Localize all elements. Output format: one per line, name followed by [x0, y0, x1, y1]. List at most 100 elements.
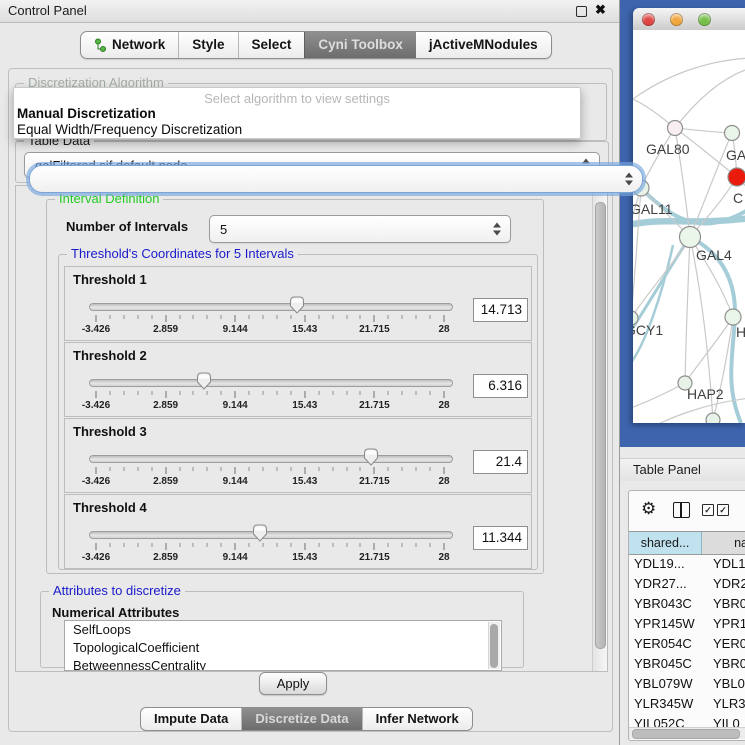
checkbox-icon[interactable]: ✓: [717, 504, 729, 516]
threshold-2-value-field[interactable]: 6.316: [473, 374, 528, 398]
table-panel-title: Table Panel: [633, 462, 701, 477]
interval-definition-group-title: Interval Definition: [55, 191, 163, 206]
slider-thumb[interactable]: [196, 372, 211, 390]
tab-discretize-data[interactable]: Discretize Data: [241, 708, 361, 730]
attribute-item[interactable]: BetweennessCentrality: [65, 657, 501, 671]
split-columns-icon[interactable]: [673, 502, 690, 518]
popup-option-manual-discretization[interactable]: Manual Discretization: [17, 106, 156, 121]
network-desktop-area: GAL80GACGAL11GAL4GCY1HHAP2: [620, 0, 745, 447]
slider-thumb[interactable]: [252, 524, 267, 542]
tab-label: jActiveMNodules: [429, 32, 538, 58]
slider-tick-label: -3.426: [82, 476, 110, 487]
slider-tick-label: 21.715: [359, 400, 390, 411]
threshold-4-panel: Threshold 4 -3.4262.8599.14415.4321.7152…: [64, 494, 532, 569]
tab-impute-data[interactable]: Impute Data: [141, 708, 241, 730]
network-node[interactable]: [728, 168, 745, 186]
network-node-label: GAL80: [646, 141, 690, 157]
network-node[interactable]: [725, 126, 740, 141]
table-row[interactable]: YPR145WYPR1: [629, 614, 745, 634]
tab-cyni-toolbox[interactable]: Cyni Toolbox: [304, 32, 416, 58]
tab-select[interactable]: Select: [238, 32, 305, 58]
slider-thumb[interactable]: [289, 296, 304, 314]
network-node-label: GAL4: [696, 247, 732, 263]
slider-tick-label: 9.144: [223, 476, 248, 487]
table-row[interactable]: YBR045CYBR0: [629, 654, 745, 674]
tab-infer-network[interactable]: Infer Network: [362, 708, 472, 730]
scrollbar-thumb[interactable]: [595, 202, 606, 649]
popup-option-equal-width-frequency[interactable]: Equal Width/Frequency Discretization: [17, 122, 242, 137]
tab-jactivemnodules[interactable]: jActiveMNodules: [416, 32, 551, 58]
scrollbar-thumb[interactable]: [632, 729, 740, 739]
threshold-4-value-field[interactable]: 11.344: [473, 526, 528, 550]
threshold-2-slider[interactable]: -3.4262.8599.14415.4321.71528: [89, 371, 451, 413]
network-canvas[interactable]: GAL80GACGAL11GAL4GCY1HHAP2: [633, 30, 745, 423]
attribute-item[interactable]: SelfLoops: [65, 621, 501, 639]
network-tab-icon: [94, 38, 107, 53]
number-of-intervals-value: 5: [220, 222, 227, 237]
tab-style[interactable]: Style: [178, 32, 237, 58]
algorithm-popup-hint: Select algorithm to view settings: [14, 91, 580, 106]
slider-tick-label: 15.43: [292, 552, 317, 563]
table-cell: YDL1: [708, 554, 745, 574]
network-node[interactable]: [680, 227, 701, 248]
gear-icon[interactable]: ⚙: [641, 499, 656, 519]
numerical-attributes-list[interactable]: SelfLoopsTopologicalCoefficientBetweenne…: [64, 620, 502, 671]
attribute-item[interactable]: TopologicalCoefficient: [65, 639, 501, 657]
column-header-name[interactable]: na: [702, 532, 745, 554]
close-icon[interactable]: ✖: [595, 2, 606, 18]
threshold-4-slider[interactable]: -3.4262.8599.14415.4321.71528: [89, 523, 451, 565]
table-row[interactable]: YBL079WYBL0: [629, 674, 745, 694]
table-cell: YER0: [708, 634, 745, 654]
network-node-label: GAL11: [633, 201, 673, 217]
control-panel-title: Control Panel: [8, 3, 87, 18]
tab-label: Network: [112, 32, 165, 58]
table-row[interactable]: YBR043CYBR0: [629, 594, 745, 614]
network-window-titlebar[interactable]: [633, 8, 745, 31]
zoom-traffic-light-icon[interactable]: [698, 13, 711, 26]
table-row[interactable]: YLR345WYLR3: [629, 694, 745, 714]
table-row[interactable]: YDL19...YDL1: [629, 554, 745, 574]
network-node[interactable]: [725, 309, 741, 325]
threshold-3-label: Threshold 3: [73, 424, 147, 439]
slider-tick-label: -3.426: [82, 400, 110, 411]
float-window-icon[interactable]: [576, 6, 587, 17]
attributes-group-title: Attributes to discretize: [49, 583, 185, 598]
slider-tick-label: -3.426: [82, 552, 110, 563]
threshold-2-panel: Threshold 2 -3.4262.8599.14415.4321.7152…: [64, 342, 532, 417]
threshold-1-value-field[interactable]: 14.713: [473, 298, 528, 322]
table-cell: YDR27...: [629, 574, 708, 594]
slider-tick-label: 15.43: [292, 476, 317, 487]
network-node[interactable]: [706, 413, 720, 423]
slider-tick-label: 9.144: [223, 552, 248, 563]
slider-thumb[interactable]: [363, 448, 378, 466]
slider-tick-label: 2.859: [153, 552, 178, 563]
threshold-1-slider[interactable]: -3.4262.8599.14415.4321.71528: [89, 295, 451, 337]
tab-network[interactable]: Network: [81, 32, 178, 58]
network-node-label: H: [736, 324, 745, 340]
combo-stepper-icon: [493, 223, 502, 236]
table-row[interactable]: YDR27...YDR2: [629, 574, 745, 594]
slider-tick-label: 28: [438, 324, 449, 335]
slider-tick-label: 9.144: [223, 400, 248, 411]
table-row[interactable]: YER054CYER0: [629, 634, 745, 654]
algorithm-combobox[interactable]: [29, 165, 643, 193]
table-panel-titlebar: Table Panel: [620, 458, 745, 483]
network-view-window[interactable]: GAL80GACGAL11GAL4GCY1HHAP2: [633, 8, 745, 423]
column-header-shared-name[interactable]: shared...: [629, 532, 702, 554]
control-panel-tabs: Network Style Select Cyni Toolbox jActiv…: [80, 31, 552, 59]
control-panel: Control Panel ✖ Network Style Select Cyn…: [0, 0, 620, 745]
scrollbar-thumb[interactable]: [490, 624, 498, 668]
threshold-3-value-field[interactable]: 21.4: [473, 450, 528, 474]
table-horizontal-scrollbar[interactable]: [629, 727, 745, 739]
number-of-intervals-combobox[interactable]: 5: [209, 215, 511, 243]
close-traffic-light-icon[interactable]: [642, 13, 655, 26]
panel-vertical-scrollbar[interactable]: [592, 186, 607, 671]
threshold-3-slider[interactable]: -3.4262.8599.14415.4321.71528: [89, 447, 451, 489]
attributes-list-scrollbar[interactable]: [488, 622, 500, 669]
apply-button[interactable]: Apply: [259, 672, 327, 695]
table-panel-box: ⚙ ✓ ✓ shared... na YDL19...YDL1YDR27...Y…: [628, 490, 745, 741]
network-node[interactable]: [668, 121, 683, 136]
table-header-row: shared... na: [629, 531, 745, 555]
checkbox-icon[interactable]: ✓: [702, 504, 714, 516]
minimize-traffic-light-icon[interactable]: [670, 13, 683, 26]
